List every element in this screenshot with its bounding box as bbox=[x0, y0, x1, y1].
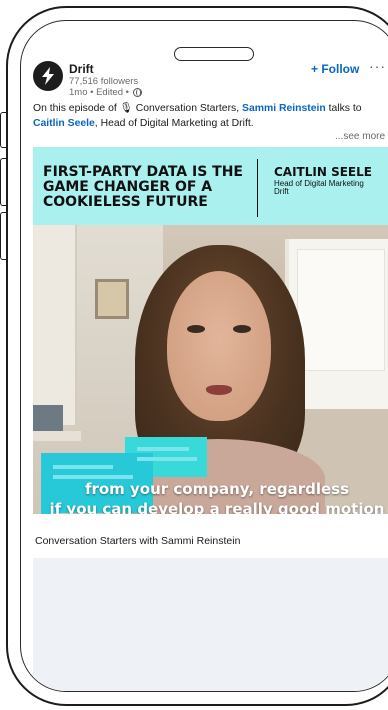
video-window-pane bbox=[297, 249, 385, 371]
video-tv bbox=[33, 405, 63, 431]
video-subtitle: from your company, regardless if you can… bbox=[41, 479, 388, 514]
speaker-eye-left bbox=[187, 325, 205, 333]
follow-button[interactable]: + Follow bbox=[311, 62, 359, 76]
video-player[interactable]: FIRST-PARTY DATA IS THE GAME CHANGER OF … bbox=[33, 147, 388, 514]
banner-headline: FIRST-PARTY DATA IS THE GAME CHANGER OF … bbox=[43, 164, 243, 210]
feed-background bbox=[33, 558, 388, 691]
post-meta: 1mo • Edited • bbox=[69, 87, 142, 98]
video-shelf bbox=[33, 431, 81, 441]
caption-text: On this episode of bbox=[33, 103, 120, 114]
mention-caitlin-link[interactable]: Caitlin Seele bbox=[33, 118, 95, 129]
chat-bubble-line bbox=[137, 447, 189, 451]
post-caption: On this episode of 🎙 Conversation Starte… bbox=[33, 101, 381, 131]
chat-bubble-line bbox=[137, 457, 197, 461]
caption-text: talks to bbox=[325, 103, 362, 114]
guest-name: CAITLIN SEELE bbox=[274, 165, 372, 179]
follower-count: 77,516 followers bbox=[69, 76, 139, 87]
phone-screen: Drift 77,516 followers 1mo • Edited • + … bbox=[20, 20, 388, 692]
guest-role: Head of Digital Marketing Drift bbox=[274, 180, 364, 196]
subtitle-line-1: from your company, regardless bbox=[84, 480, 350, 498]
microphone-icon: 🎙 bbox=[119, 103, 133, 114]
globe-icon bbox=[133, 88, 142, 97]
subtitle-line-2: if you can develop a really good motion bbox=[49, 500, 385, 514]
video-banner: FIRST-PARTY DATA IS THE GAME CHANGER OF … bbox=[33, 147, 388, 225]
more-dots-icon[interactable]: ··· bbox=[369, 58, 386, 74]
phone-speaker bbox=[174, 47, 254, 61]
speaker-mouth bbox=[206, 385, 232, 395]
banner-divider bbox=[257, 159, 258, 217]
video-title[interactable]: Conversation Starters with Sammi Reinste… bbox=[35, 535, 240, 547]
drift-logo-icon[interactable] bbox=[33, 61, 63, 91]
chat-bubble-line bbox=[53, 465, 113, 469]
video-door bbox=[33, 225, 77, 425]
post-time: 1mo • Edited • bbox=[69, 87, 129, 98]
video-picture-frame bbox=[95, 279, 129, 319]
caption-text: , Head of Digital Marketing at Drift. bbox=[94, 118, 254, 129]
caption-text: Conversation Starters, bbox=[132, 103, 243, 114]
see-more-link[interactable]: ...see more bbox=[335, 131, 385, 142]
speaker-face bbox=[167, 271, 271, 421]
author-name[interactable]: Drift bbox=[69, 62, 94, 76]
speaker-eye-right bbox=[233, 325, 251, 333]
guest-role-company: Drift bbox=[274, 187, 289, 196]
mention-sammi-link[interactable]: Sammi Reinstein bbox=[242, 103, 326, 114]
